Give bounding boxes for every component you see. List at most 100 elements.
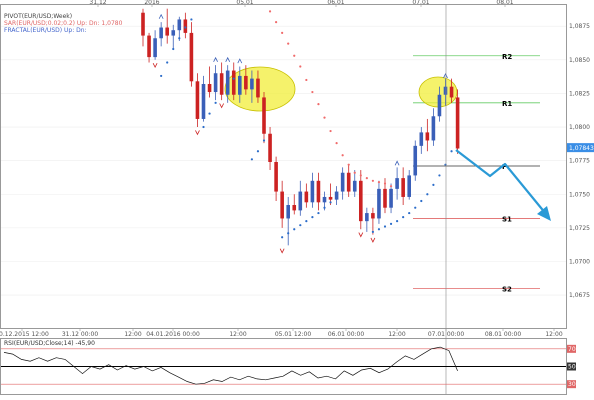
sar-dot bbox=[341, 154, 344, 157]
x-tick-label: 12:00 bbox=[124, 331, 141, 338]
sar-dot bbox=[353, 171, 356, 174]
pivot-label-r1: R1 bbox=[502, 100, 512, 108]
candle-body bbox=[431, 116, 436, 141]
rsi-tick-label: 30 bbox=[568, 381, 576, 388]
y-tick-label: 1,0725 bbox=[569, 225, 590, 232]
sar-dot bbox=[208, 112, 211, 115]
candle-body bbox=[389, 188, 393, 208]
candle-body bbox=[371, 213, 375, 219]
sar-dot bbox=[262, 139, 266, 142]
candle-body bbox=[365, 213, 369, 222]
x-axis-ticks: 30.12.2015 12:00 31.12 00:00 12:00 04.01.20… bbox=[0, 328, 563, 338]
y-tick-label: 1,0850 bbox=[569, 57, 590, 64]
candle-body bbox=[455, 97, 460, 149]
sar-dot bbox=[396, 220, 399, 223]
sar-dot bbox=[299, 224, 302, 227]
fractal-up-marker bbox=[158, 13, 164, 19]
candle-body bbox=[274, 161, 278, 192]
candle-body bbox=[177, 19, 182, 31]
x-tick-label: 05.01 12:00 bbox=[275, 331, 312, 338]
sar-dot bbox=[432, 183, 435, 186]
x-tick-label: 04.01.2016 00:00 bbox=[146, 331, 200, 338]
candle-body bbox=[195, 81, 200, 119]
pivot-label-r2: R2 bbox=[502, 53, 512, 61]
fractal-up-marker bbox=[443, 73, 448, 79]
rsi-ticks: 70 50 30 bbox=[567, 344, 576, 389]
price-chart: R2 R1 P S1 S2 1,0875 1,0850 1,0825 1,0800 1,0775… bbox=[0, 0, 594, 400]
sar-dot bbox=[190, 18, 193, 21]
rsi-levels bbox=[1, 348, 566, 385]
sar-dot bbox=[305, 220, 308, 223]
sar-dot bbox=[311, 216, 314, 219]
candle-body bbox=[268, 133, 272, 162]
candle-body bbox=[219, 73, 224, 95]
sar-dot bbox=[420, 199, 423, 203]
sar-dot bbox=[293, 228, 296, 231]
candle-body bbox=[213, 73, 218, 93]
candle-body bbox=[280, 191, 284, 219]
sar-dot bbox=[226, 88, 229, 91]
rsi-label: RSI(EUR/USD;Close;14) -45,90 bbox=[4, 340, 95, 347]
candle-body bbox=[340, 172, 345, 192]
candle-body bbox=[262, 97, 266, 134]
candle-body bbox=[413, 145, 418, 176]
x-tick-label: 31.12 00:00 bbox=[62, 331, 99, 338]
sar-dot bbox=[311, 90, 314, 94]
x-tick-label: 08.01 00:00 bbox=[485, 331, 522, 338]
sar-dot bbox=[250, 158, 253, 161]
candle-body bbox=[250, 78, 254, 90]
sar-dot bbox=[347, 163, 350, 166]
candle-body bbox=[171, 30, 176, 36]
candle-body bbox=[401, 178, 405, 197]
top-date-labels: 31.12 2016 05.01 06.01 07.01 08.01 bbox=[89, 0, 514, 7]
candle-body bbox=[425, 132, 430, 141]
grid bbox=[1, 25, 566, 296]
fractal-down-marker bbox=[279, 248, 285, 254]
fractal-down-marker bbox=[195, 130, 200, 136]
candle-body bbox=[292, 205, 297, 211]
x-tick-label: 06.01 00:00 bbox=[328, 331, 365, 338]
sar-dot bbox=[414, 206, 417, 209]
sar-dot bbox=[329, 201, 332, 204]
fractal-up-marker bbox=[394, 160, 400, 166]
candle-body bbox=[153, 38, 157, 58]
forecast-arrow-line bbox=[455, 149, 547, 215]
sar-dot bbox=[335, 142, 338, 145]
sar-dot bbox=[232, 77, 235, 80]
candle-body bbox=[383, 188, 387, 208]
x-tick-label: 30.12.2015 12:00 bbox=[0, 331, 49, 338]
pivot-label-s1: S1 bbox=[502, 215, 512, 223]
sar-dot bbox=[184, 26, 187, 29]
sar-dot bbox=[172, 47, 175, 51]
sar-dot bbox=[371, 179, 374, 182]
fractal-down-marker bbox=[152, 62, 158, 69]
candle-body bbox=[304, 191, 309, 203]
fractal-down-marker bbox=[219, 103, 225, 109]
sar-dot bbox=[256, 150, 260, 153]
y-axis-ticks: 1,0875 1,0850 1,0825 1,0800 1,0775 1,0750 1,07… bbox=[569, 23, 590, 299]
sar-dot bbox=[166, 61, 169, 64]
sar-dot bbox=[371, 230, 374, 234]
sar-dot bbox=[178, 37, 181, 40]
candle-body bbox=[231, 70, 236, 95]
sar-dot bbox=[408, 211, 411, 215]
sar-dot bbox=[275, 21, 278, 24]
last-price-tag: 1,07843 bbox=[567, 143, 594, 153]
top-date-label: 08.01 bbox=[496, 0, 513, 6]
candle-body bbox=[352, 180, 357, 192]
highlight-ellipses bbox=[224, 66, 458, 112]
sar-dot bbox=[389, 222, 393, 225]
candle-body bbox=[165, 27, 169, 36]
sar-dot bbox=[359, 174, 362, 177]
candle-body bbox=[407, 175, 411, 197]
legend: PIVOT(EUR/USD;Week)SAR(EUR/USD;0.02;0.2)… bbox=[4, 13, 123, 34]
legend-entry: SAR(EUR/USD;0.02;0.2) Up: Dn: 1,0780 bbox=[4, 20, 123, 27]
sar-dot bbox=[202, 125, 205, 129]
sar-dot bbox=[281, 31, 284, 34]
candle-body bbox=[377, 188, 381, 219]
y-tick-label: 1,0875 bbox=[569, 23, 590, 30]
y-tick-label: 1,0750 bbox=[569, 191, 590, 198]
candle-body bbox=[141, 12, 145, 36]
sar-dot bbox=[281, 236, 284, 239]
legend-entry: FRACTAL(EUR/USD) Up: Dn: bbox=[4, 27, 87, 34]
